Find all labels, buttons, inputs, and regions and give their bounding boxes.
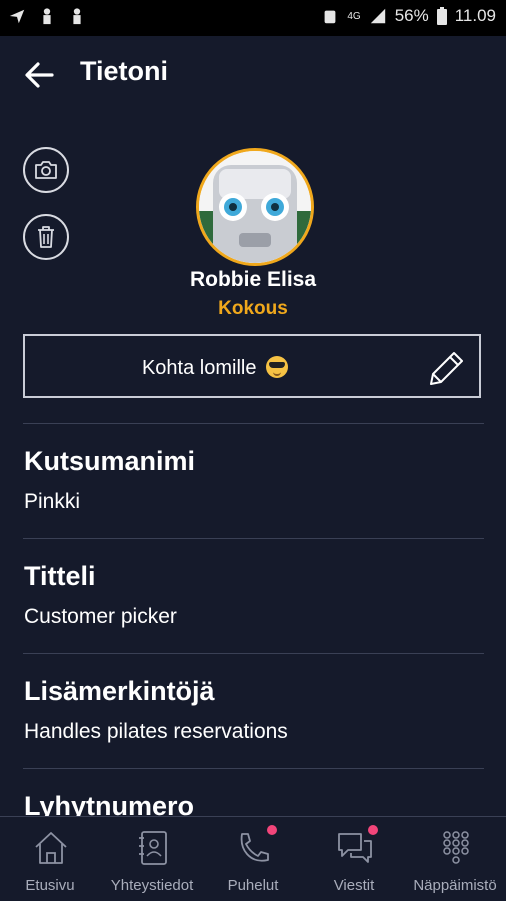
nav-item-contacts[interactable]: Yhteystiedot bbox=[102, 817, 202, 901]
battery-percent: 56% bbox=[394, 6, 429, 25]
avatar[interactable] bbox=[196, 148, 314, 266]
delete-photo-button[interactable] bbox=[23, 214, 69, 260]
presence-status[interactable]: Kokous bbox=[0, 298, 506, 320]
profile-name: Robbie Elisa bbox=[189, 268, 317, 291]
nav-item-messages[interactable]: Viestit bbox=[304, 817, 404, 901]
contacts-icon bbox=[139, 831, 167, 865]
change-photo-button[interactable] bbox=[23, 147, 69, 193]
notes-value: Handles pilates reservations bbox=[24, 720, 288, 743]
alarm-icon bbox=[324, 10, 336, 24]
status-bar: 4G 56% 11.09 bbox=[0, 0, 506, 36]
battery-icon bbox=[436, 7, 447, 25]
app-bar: Tietoni bbox=[0, 36, 506, 114]
notification-badge bbox=[267, 825, 277, 835]
signal-icon bbox=[370, 8, 385, 24]
network-type-label: 4G bbox=[347, 10, 361, 22]
nav-item-calls[interactable]: Puhelut bbox=[203, 817, 303, 901]
keypad-icon bbox=[443, 831, 469, 864]
phone-icon bbox=[240, 833, 269, 862]
notification-badge bbox=[368, 825, 378, 835]
bottom-navigation: Etusivu Yhteystiedot Puhelut Viestit Näp… bbox=[0, 816, 506, 901]
divider bbox=[23, 768, 484, 769]
camera-icon bbox=[35, 161, 57, 179]
divider bbox=[23, 423, 484, 424]
nav-item-keypad[interactable]: Näppäimistö bbox=[405, 817, 505, 901]
title-value: Customer picker bbox=[24, 605, 177, 628]
figure-icon bbox=[73, 8, 81, 25]
nickname-value: Pinkki bbox=[24, 490, 81, 513]
divider bbox=[23, 538, 484, 539]
page-title: Tietoni bbox=[80, 56, 169, 86]
edit-pencil-icon[interactable] bbox=[423, 346, 467, 390]
sunglasses-emoji-icon bbox=[266, 356, 289, 378]
clock: 11.09 bbox=[454, 6, 496, 25]
notes-label: Lisämerkintöjä bbox=[24, 676, 215, 706]
title-label: Titteli bbox=[24, 561, 96, 591]
nav-item-label: Näppäimistö bbox=[413, 877, 497, 894]
status-message-text: Kohta lomille bbox=[141, 357, 257, 379]
chat-icon bbox=[338, 833, 372, 863]
figure-icon bbox=[43, 8, 51, 25]
status-message-box[interactable]: Kohta lomille bbox=[23, 334, 481, 398]
home-icon bbox=[35, 832, 67, 864]
trash-icon bbox=[38, 226, 54, 248]
nickname-label: Kutsumanimi bbox=[24, 446, 196, 476]
robot-avatar-image bbox=[199, 151, 311, 263]
divider bbox=[23, 653, 484, 654]
navigation-arrow-icon bbox=[9, 9, 25, 24]
nav-item-home[interactable]: Etusivu bbox=[0, 817, 100, 901]
back-arrow-icon[interactable] bbox=[22, 58, 56, 92]
